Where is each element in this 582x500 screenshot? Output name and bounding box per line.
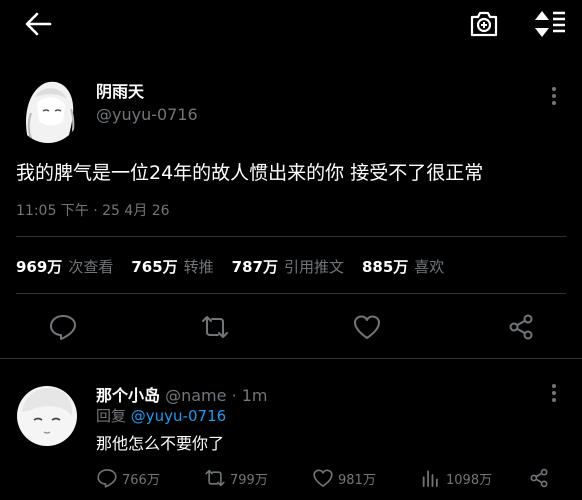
share-button[interactable]	[506, 312, 536, 342]
quotes-stat[interactable]: 787万 引用推文	[232, 256, 344, 277]
arrow-left-icon	[25, 12, 52, 36]
reply-views-button[interactable]: 1098万	[420, 466, 492, 490]
display-name[interactable]: 阴雨天	[96, 78, 144, 102]
reply-share-button[interactable]	[528, 466, 550, 490]
camera-button[interactable]	[468, 8, 500, 40]
views-stat[interactable]: 969万 次查看	[16, 256, 113, 277]
camera-plus-icon	[470, 11, 498, 37]
share-icon	[509, 314, 533, 340]
reply-text: 那他怎么不要你了	[96, 434, 225, 453]
retweet-icon	[205, 469, 225, 487]
reply-icon	[50, 315, 76, 340]
share-icon	[530, 468, 548, 488]
retweets-stat[interactable]: 765万 转推	[131, 256, 213, 277]
reply-icon	[97, 469, 117, 488]
retweet-count: 799万	[230, 472, 268, 488]
like-button[interactable]	[352, 312, 382, 342]
bar-chart-icon	[422, 470, 438, 487]
likes-stat[interactable]: 885万 喜欢	[362, 256, 444, 277]
reply-time: · 1m	[231, 386, 268, 405]
heart-icon	[313, 469, 333, 487]
reply-header: 那个小岛 @name · 1m	[96, 382, 268, 406]
sort-button[interactable]	[532, 8, 568, 40]
reply-handle[interactable]: @name	[165, 386, 226, 405]
anime-character-avatar-image	[14, 378, 80, 448]
replying-prefix: 回复	[96, 407, 127, 425]
more-options-button[interactable]	[545, 84, 563, 108]
sort-updown-icon	[535, 11, 565, 37]
tweet-stats: 969万 次查看 765万 转推 787万 引用推文 885万 喜欢	[16, 256, 444, 277]
like-count: 981万	[338, 472, 376, 488]
anime-girl-avatar-image	[15, 73, 81, 143]
replying-to: 回复 @yuyu-0716	[96, 405, 226, 426]
reply-display-name[interactable]: 那个小岛	[96, 386, 160, 405]
more-vertical-icon	[552, 384, 556, 402]
back-button[interactable]	[22, 10, 54, 38]
avatar[interactable]	[15, 73, 81, 143]
tweet-text: 我的脾气是一位24年的故人惯出来的你 接受不了很正常	[16, 162, 484, 184]
divider	[16, 236, 566, 237]
user-handle[interactable]: @yuyu-0716	[96, 105, 198, 124]
heart-icon	[354, 315, 380, 339]
reply-like-button[interactable]: 981万	[312, 466, 376, 490]
reply-retweet-button[interactable]: 799万	[204, 466, 268, 490]
more-vertical-icon	[552, 87, 556, 105]
reply-button[interactable]	[48, 312, 78, 342]
reply-more-options-button[interactable]	[545, 382, 563, 404]
reply-reply-button[interactable]: 766万	[96, 466, 160, 490]
reply-avatar[interactable]	[14, 378, 80, 448]
tweet-timestamp[interactable]: 11:05 下午 · 25 4月 26	[16, 200, 170, 220]
divider	[16, 293, 566, 294]
reply-count: 766万	[122, 472, 160, 488]
retweet-button[interactable]	[200, 312, 230, 342]
views-count: 1098万	[446, 472, 493, 488]
retweet-icon	[202, 316, 228, 338]
replying-to-link[interactable]: @yuyu-0716	[131, 407, 226, 425]
divider	[0, 358, 582, 359]
